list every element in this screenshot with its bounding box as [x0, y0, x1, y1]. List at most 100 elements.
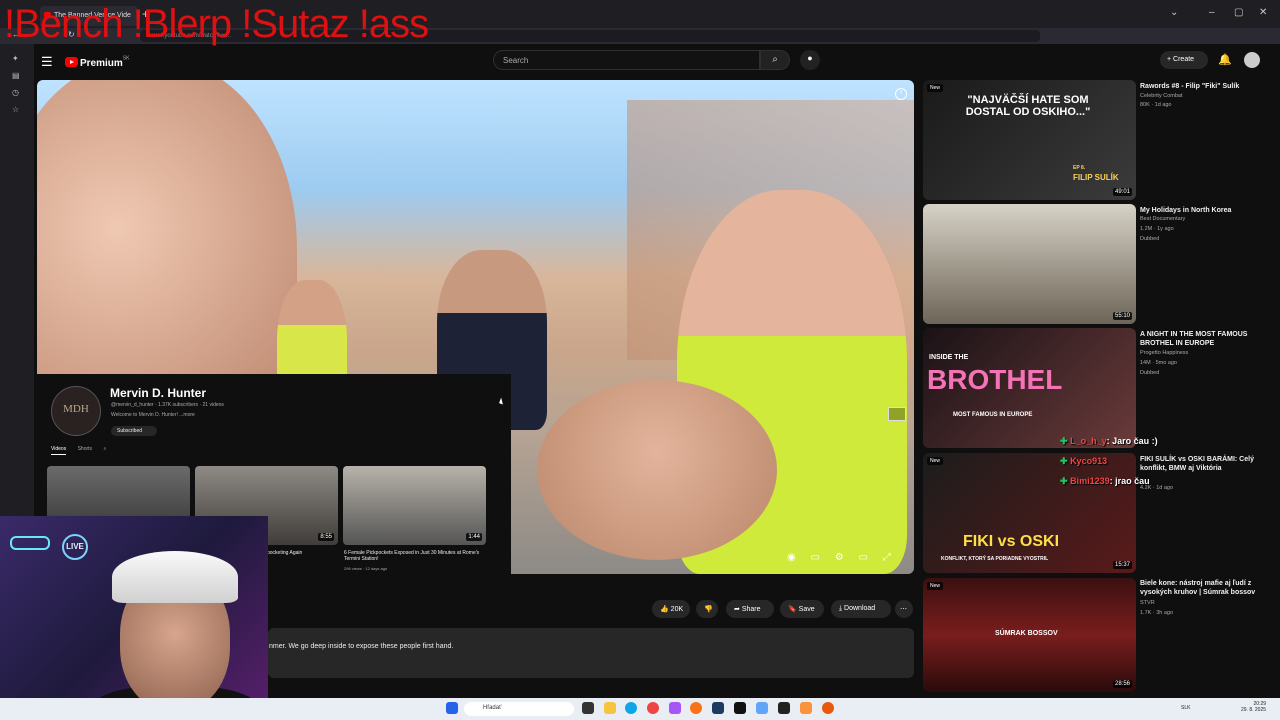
rec-stats: 1.2M · 1y ago: [1140, 226, 1174, 232]
close-icon[interactable]: ✕: [1259, 7, 1267, 18]
fullscreen-icon[interactable]: ⤢: [883, 552, 891, 563]
channel-avatar[interactable]: MDH: [51, 386, 101, 436]
history-icon[interactable]: ◷: [12, 88, 21, 97]
rec-stats: 80K · 1d ago: [1140, 102, 1172, 108]
rec-thumb-5[interactable]: New SÚMRAK BOSSOV 28:56: [923, 578, 1136, 692]
rec-channel[interactable]: STVR: [1140, 600, 1155, 606]
create-label: Create: [1173, 56, 1195, 63]
language-indicator[interactable]: SLK: [1181, 705, 1190, 711]
thumb-sub: KONFLIKT, KTORÝ SA PORIADNE VYOSTRIL: [941, 556, 1049, 562]
tab-videos[interactable]: Videos: [51, 446, 67, 455]
chat-text: : jrao čau: [1109, 476, 1150, 486]
video-duration: 55:10: [1112, 312, 1132, 320]
pip-icon[interactable]: [888, 407, 906, 421]
rec-channel[interactable]: Celebrity Combat: [1140, 93, 1183, 99]
channel-name[interactable]: Mervin D. Hunter: [110, 386, 206, 400]
info-icon[interactable]: i: [895, 88, 907, 100]
settings-gear-icon[interactable]: ⚙: [835, 552, 844, 563]
rec-stats: 14M · 5mo ago: [1140, 360, 1177, 366]
firefox-active-icon[interactable]: [822, 702, 834, 714]
rec-title[interactable]: A NIGHT IN THE MOST FAMOUS BROTHEL IN EU…: [1140, 330, 1260, 348]
chat-user: Bimi1239: [1070, 476, 1110, 486]
rec-thumb-2[interactable]: 55:10: [923, 204, 1136, 324]
rec-thumb-4[interactable]: New FIKI vs OSKI KONFLIKT, KTORÝ SA PORI…: [923, 453, 1136, 573]
search-input[interactable]: Search: [493, 50, 760, 70]
channel-video-title[interactable]: pocketing Again: [267, 550, 337, 556]
like-count: 20K: [670, 606, 684, 613]
rec-channel[interactable]: Progetto Happiness: [1140, 350, 1188, 356]
chat-message: ✚ Kyco913: [1060, 456, 1107, 467]
file-explorer-icon[interactable]: [604, 702, 616, 714]
autoplay-toggle-icon[interactable]: ◉: [787, 552, 796, 563]
taskbar-search[interactable]: Hľadať: [464, 702, 574, 716]
channel-video-title[interactable]: 6 Female Pickpockets Exposed in Just 30 …: [344, 550, 484, 562]
terminal-icon[interactable]: [778, 702, 790, 714]
mic-icon[interactable]: ●: [800, 50, 820, 70]
more-icon[interactable]: ⋯: [895, 600, 913, 618]
video-duration: 28:56: [1112, 680, 1132, 688]
chat-user: L_o_h_y: [1070, 436, 1107, 446]
rec-thumb-1[interactable]: New "NAJVÄČŠÍ HATE SOM DOSTAL OD OSKIHO.…: [923, 80, 1136, 200]
brave-icon[interactable]: [800, 702, 812, 714]
bookmarks-icon[interactable]: ☆: [12, 105, 21, 114]
subscribed-button[interactable]: Subscribed: [111, 426, 157, 436]
video-duration: 8:55: [318, 533, 334, 541]
ai-icon[interactable]: ✦: [12, 54, 21, 63]
youtube-logo[interactable]: PremiumSK: [65, 53, 129, 71]
dubbed-badge: Dubbed: [1140, 236, 1160, 242]
video-duration: 1:44: [466, 533, 482, 541]
channel-video-thumb[interactable]: 1:44: [343, 466, 486, 545]
rec-title[interactable]: Biele kone: nástroj mafie aj ľudí z vyso…: [1140, 579, 1260, 597]
tab-list-icon[interactable]: ⌄: [1170, 7, 1178, 18]
captions-icon[interactable]: ▭: [811, 552, 820, 563]
channel-tabs: Videos Shorts ⌕: [51, 446, 106, 455]
bell-icon[interactable]: 🔔: [1218, 53, 1232, 66]
theater-icon[interactable]: ▭: [859, 552, 868, 563]
firefox-icon[interactable]: [690, 702, 702, 714]
channel-video-meta: 296 views · 12 days ago: [344, 566, 388, 571]
like-button[interactable]: 👍 20K: [652, 600, 690, 618]
tab-shorts[interactable]: Shorts: [78, 446, 92, 452]
description-box[interactable]: [268, 628, 914, 678]
clock-date: 29. 8. 2025: [1241, 707, 1267, 713]
video-controls: ◉ ▭ ⚙ ▭ ⤢: [787, 552, 903, 563]
windows-icon[interactable]: [446, 702, 458, 714]
menu-icon[interactable]: ☰: [41, 54, 53, 70]
chat-badge-icon: ✚: [1060, 476, 1068, 486]
create-button[interactable]: + Create: [1160, 51, 1208, 69]
rec-title[interactable]: My Holidays in North Korea: [1140, 206, 1260, 215]
tabs-icon[interactable]: ▤: [12, 71, 21, 80]
steam-icon[interactable]: [712, 702, 724, 714]
chat-badge-icon: ✚: [1060, 456, 1068, 466]
description-text: nmer. We go deep inside to expose these …: [269, 643, 454, 650]
rec-title[interactable]: FIKI SULÍK vs OSKI BARÁMI: Celý konflikt…: [1140, 455, 1260, 473]
task-view-icon[interactable]: [582, 702, 594, 714]
logo-region: SK: [122, 55, 130, 62]
dislike-icon[interactable]: 👎: [696, 600, 718, 618]
search-icon[interactable]: ⌕: [103, 446, 106, 452]
taskbar: [0, 698, 1280, 720]
avatar[interactable]: [1244, 52, 1260, 68]
maximize-icon[interactable]: ▢: [1234, 7, 1243, 18]
thumb-sub: FILIP SULÍK: [1073, 173, 1119, 182]
stream-commands-overlay: !Bench !Blerp !Sutaz !ass: [4, 2, 429, 46]
thumb-text: "NAJVÄČŠÍ HATE SOM DOSTAL OD OSKIHO...": [965, 94, 1091, 118]
search-icon[interactable]: ⌕: [760, 50, 790, 70]
minimize-icon[interactable]: –: [1209, 7, 1215, 18]
rec-channel[interactable]: Best Documentary: [1140, 216, 1185, 222]
new-badge: New: [927, 582, 944, 590]
download-button[interactable]: ⤓ Download: [831, 600, 891, 618]
edge-icon[interactable]: [625, 702, 637, 714]
save-button[interactable]: 🔖 Save: [780, 600, 824, 618]
rec-title[interactable]: Rawords #8 - Filip "Fiki" Sulík: [1140, 82, 1260, 91]
share-button[interactable]: ➦ Share: [726, 600, 774, 618]
chrome-icon[interactable]: [647, 702, 659, 714]
video-hand: [537, 380, 777, 560]
clock[interactable]: 20:29 29. 8. 2025: [1241, 701, 1266, 713]
twitch-icon[interactable]: [669, 702, 681, 714]
rec-thumb-3[interactable]: INSIDE THE BROTHEL MOST FAMOUS IN EUROPE: [923, 328, 1136, 448]
app-icon[interactable]: [756, 702, 768, 714]
thumb-sub: MOST FAMOUS IN EUROPE: [953, 412, 1033, 418]
video-duration: 15:37: [1112, 561, 1132, 569]
obs-icon[interactable]: [734, 702, 746, 714]
